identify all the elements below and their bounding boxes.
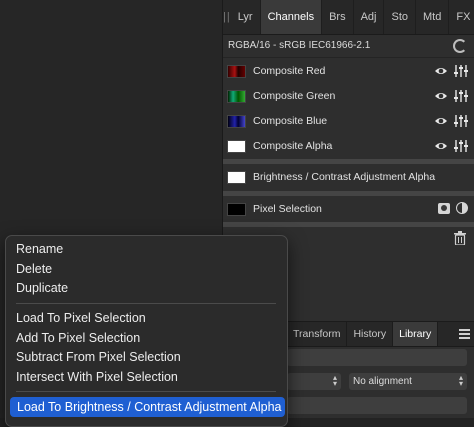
menu-item-add-pixel-selection[interactable]: Add To Pixel Selection <box>16 331 140 345</box>
channel-label: Composite Red <box>253 65 326 77</box>
menu-separator <box>16 391 276 392</box>
trash-icon[interactable] <box>454 231 466 245</box>
menu-item-load-adjustment-alpha[interactable]: Load To Brightness / Contrast Adjustment… <box>10 397 285 417</box>
mask-toggle-icon[interactable] <box>438 202 450 214</box>
channel-label: Brightness / Contrast Adjustment Alpha <box>253 171 436 183</box>
section-divider <box>223 191 474 196</box>
context-menu: Rename Delete Duplicate Load To Pixel Se… <box>5 235 288 427</box>
drag-grip-icon[interactable]: || <box>223 0 231 34</box>
eye-icon[interactable] <box>434 139 448 153</box>
input-field[interactable] <box>287 349 467 366</box>
channel-thumbnail <box>227 114 246 128</box>
eye-icon[interactable] <box>434 89 448 103</box>
dropdown-arrow-icon: ▴ ▾ <box>458 373 463 388</box>
sliders-icon[interactable] <box>454 114 468 128</box>
eye-icon[interactable] <box>434 114 448 128</box>
eye-icon[interactable] <box>434 64 448 78</box>
channel-label: Composite Blue <box>253 115 328 127</box>
reset-icon[interactable] <box>453 39 467 53</box>
alignment-value: No alignment <box>353 376 412 387</box>
channel-label: Composite Green <box>253 90 336 102</box>
menu-separator <box>16 303 276 304</box>
input-field[interactable] <box>287 397 467 414</box>
alignment-dropdown[interactable]: No alignment ▴ ▾ <box>349 373 467 390</box>
menu-item-rename[interactable]: Rename <box>16 242 63 256</box>
tab-history[interactable]: History <box>347 322 394 346</box>
menu-item-label: Load To Brightness / Contrast Adjustment… <box>17 400 282 414</box>
tab-layers[interactable]: Lyr <box>231 0 261 34</box>
menu-item-delete[interactable]: Delete <box>16 262 52 276</box>
tab-brushes[interactable]: Brs <box>322 0 354 34</box>
channel-row-pixel-selection[interactable]: Pixel Selection <box>223 197 474 221</box>
channel-row-adjustment-alpha[interactable]: Brightness / Contrast Adjustment Alpha <box>223 165 474 189</box>
color-format-label: RGBA/16 - sRGB IEC61966-2.1 <box>228 40 371 51</box>
sliders-icon[interactable] <box>454 139 468 153</box>
dropdown-arrow-icon: ▴ ▾ <box>332 373 337 388</box>
channel-thumbnail <box>227 139 246 153</box>
channel-thumbnail <box>227 64 246 78</box>
channel-row-alpha[interactable]: Composite Alpha <box>223 134 474 158</box>
section-divider <box>223 222 474 227</box>
panel-menu-icon[interactable] <box>453 322 474 346</box>
tab-adjustments[interactable]: Adj <box>354 0 385 34</box>
tab-effects[interactable]: FX <box>449 0 474 34</box>
channel-thumbnail <box>227 170 246 184</box>
invert-toggle-icon[interactable] <box>456 202 468 214</box>
tab-transform[interactable]: Transform <box>287 322 348 346</box>
channel-row-blue[interactable]: Composite Blue <box>223 109 474 133</box>
channel-row-red[interactable]: Composite Red <box>223 59 474 83</box>
tab-channels[interactable]: Channels <box>260 0 323 34</box>
channel-thumbnail <box>227 89 246 103</box>
channel-row-green[interactable]: Composite Green <box>223 84 474 108</box>
tab-library[interactable]: Library <box>393 322 439 346</box>
tab-metadata[interactable]: Mtd <box>416 0 450 34</box>
dropdown-select[interactable]: ▴ ▾ <box>287 373 341 390</box>
menu-item-subtract-pixel-selection[interactable]: Subtract From Pixel Selection <box>16 350 181 364</box>
sliders-icon[interactable] <box>454 89 468 103</box>
channel-thumbnail <box>227 202 246 216</box>
color-format-info: RGBA/16 - sRGB IEC61966-2.1 <box>223 34 474 58</box>
channel-label: Pixel Selection <box>253 203 322 215</box>
tab-stock[interactable]: Sto <box>384 0 416 34</box>
menu-item-intersect-pixel-selection[interactable]: Intersect With Pixel Selection <box>16 370 178 384</box>
section-divider <box>223 159 474 164</box>
sliders-icon[interactable] <box>454 64 468 78</box>
channel-label: Composite Alpha <box>253 140 333 152</box>
menu-item-duplicate[interactable]: Duplicate <box>16 281 68 295</box>
panel-tab-bar: || Lyr Channels Brs Adj Sto Mtd FX <box>223 0 474 35</box>
menu-item-load-pixel-selection[interactable]: Load To Pixel Selection <box>16 311 146 325</box>
